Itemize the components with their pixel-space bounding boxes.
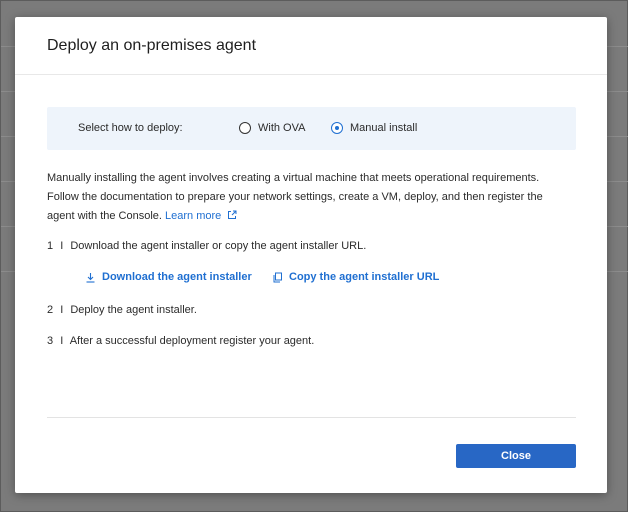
radio-manual-install[interactable]: Manual install — [331, 120, 417, 136]
dialog-title: Deploy an on-premises agent — [47, 37, 257, 54]
deploy-method-label: Select how to deploy: — [78, 122, 183, 134]
radio-manual-install-label: Manual install — [350, 122, 418, 134]
title-divider — [15, 74, 607, 75]
step-number: 2 — [47, 304, 54, 316]
step-text: Deploy the agent installer. — [70, 304, 197, 316]
download-installer-label: Download the agent installer — [102, 271, 252, 283]
step-3: 3 I After a successful deployment regist… — [47, 335, 314, 347]
external-link-icon[interactable] — [227, 208, 237, 227]
deploy-agent-dialog: Deploy an on-premises agent Select how t… — [15, 17, 607, 493]
description-text: Manually installing the agent involves c… — [47, 172, 543, 222]
radio-with-ova[interactable]: With OVA — [239, 120, 305, 136]
close-button[interactable]: Close — [456, 444, 576, 468]
step-text: Download the agent installer or copy the… — [70, 240, 367, 252]
copy-installer-url-link[interactable]: Copy the agent installer URL — [272, 271, 439, 283]
copy-icon — [272, 272, 283, 283]
copy-installer-url-label: Copy the agent installer URL — [289, 271, 440, 283]
deploy-method-panel: Select how to deploy: With OVA Manual in… — [47, 107, 576, 150]
step-2: 2 I Deploy the agent installer. — [47, 304, 197, 316]
step-1: 1 I Download the agent installer or copy… — [47, 240, 366, 252]
step-separator: I — [60, 240, 64, 252]
footer-divider — [47, 417, 576, 418]
download-icon — [85, 272, 96, 283]
description-paragraph: Manually installing the agent involves c… — [47, 169, 567, 227]
step-text: After a successful deployment register y… — [69, 335, 315, 347]
step-separator: I — [60, 304, 64, 316]
download-installer-link[interactable]: Download the agent installer — [85, 271, 252, 283]
step-number: 3 — [47, 335, 54, 347]
step-separator: I — [60, 335, 64, 347]
learn-more-link[interactable]: Learn more — [165, 210, 221, 222]
radio-with-ova-label: With OVA — [258, 122, 306, 134]
radio-circle-unselected[interactable] — [239, 122, 251, 134]
step-number: 1 — [47, 240, 54, 252]
radio-circle-selected[interactable] — [331, 122, 343, 134]
